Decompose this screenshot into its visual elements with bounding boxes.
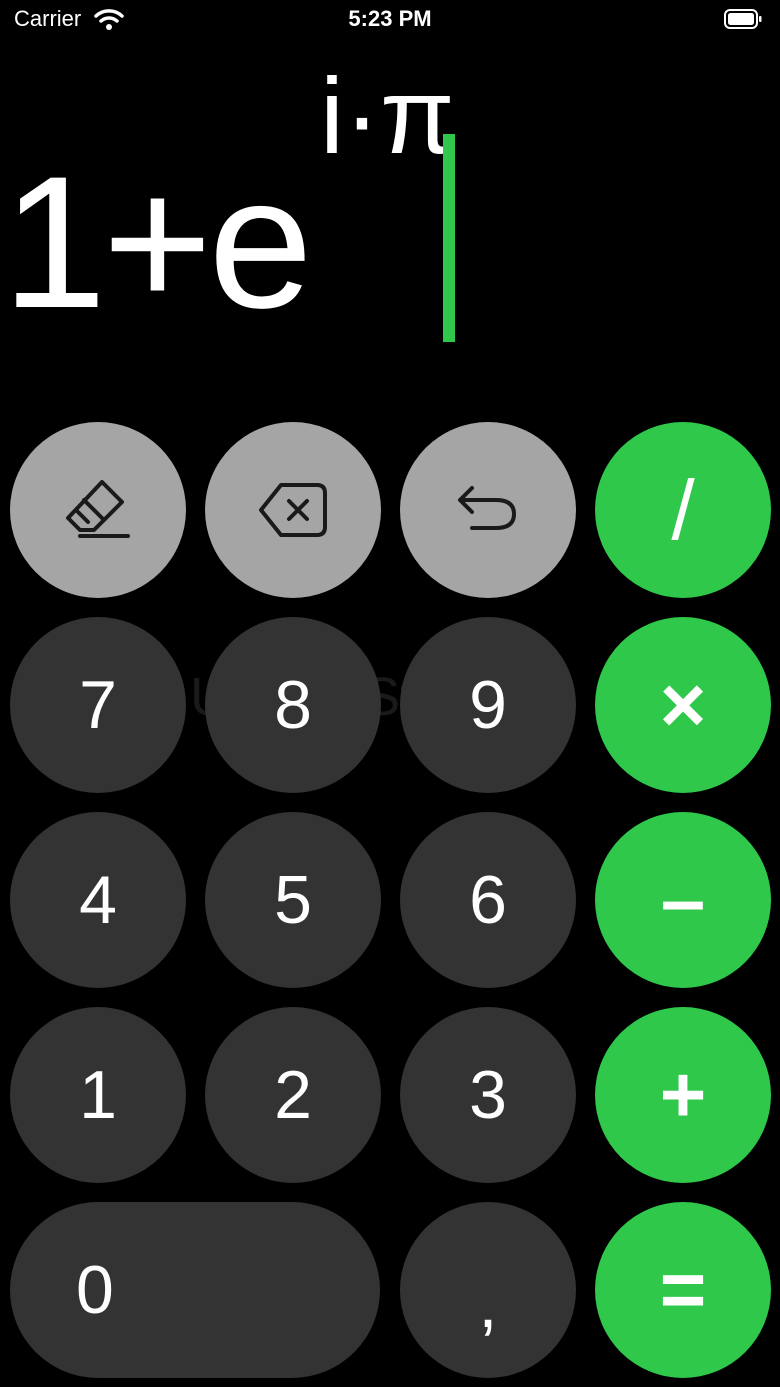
digit-4-label: 4 <box>79 862 117 938</box>
digit-0-label: 0 <box>76 1252 114 1328</box>
status-bar: Carrier 5:23 PM <box>0 0 780 40</box>
digit-4-button[interactable]: 4 <box>10 812 186 988</box>
digit-9-label: 9 <box>469 667 507 743</box>
digit-3-button[interactable]: 3 <box>400 1007 576 1183</box>
digit-8-button[interactable]: 8 <box>205 617 381 793</box>
multiply-button[interactable]: × <box>595 617 771 793</box>
status-time: 5:23 PM <box>348 6 432 31</box>
expression-exponent: i·π <box>320 55 455 176</box>
digit-0-button[interactable]: 0 <box>10 1202 380 1378</box>
subtract-label: – <box>660 855 706 944</box>
add-label: + <box>659 1050 707 1139</box>
undo-button[interactable] <box>400 422 576 598</box>
digit-5-label: 5 <box>274 862 312 938</box>
digit-3-label: 3 <box>469 1057 507 1133</box>
digit-1-button[interactable]: 1 <box>10 1007 186 1183</box>
divide-button[interactable]: / <box>595 422 771 598</box>
digit-2-label: 2 <box>274 1057 312 1133</box>
eraser-icon <box>66 480 130 538</box>
digit-1-label: 1 <box>79 1057 117 1133</box>
digit-6-button[interactable]: 6 <box>400 812 576 988</box>
digit-7-button[interactable]: 7 <box>10 617 186 793</box>
digit-8-label: 8 <box>274 667 312 743</box>
text-cursor <box>443 134 455 342</box>
expression-display[interactable]: 1+e i·π <box>0 40 780 420</box>
undo-icon <box>458 486 516 530</box>
multiply-label: × <box>659 660 707 749</box>
digit-5-button[interactable]: 5 <box>205 812 381 988</box>
digit-6-label: 6 <box>469 862 507 938</box>
comma-label: , <box>478 1266 498 1342</box>
equals-label: = <box>659 1245 707 1334</box>
comma-button[interactable]: , <box>400 1202 576 1378</box>
clear-button[interactable] <box>10 422 186 598</box>
digit-2-button[interactable]: 2 <box>205 1007 381 1183</box>
backspace-icon <box>259 483 327 537</box>
backspace-button[interactable] <box>205 422 381 598</box>
add-button[interactable]: + <box>595 1007 771 1183</box>
battery-icon <box>724 9 762 29</box>
divide-label: / <box>671 462 695 557</box>
expression-base: 1+e <box>2 137 313 347</box>
equals-button[interactable]: = <box>595 1202 771 1378</box>
digit-9-button[interactable]: 9 <box>400 617 576 793</box>
digit-7-label: 7 <box>79 667 117 743</box>
subtract-button[interactable]: – <box>595 812 771 988</box>
